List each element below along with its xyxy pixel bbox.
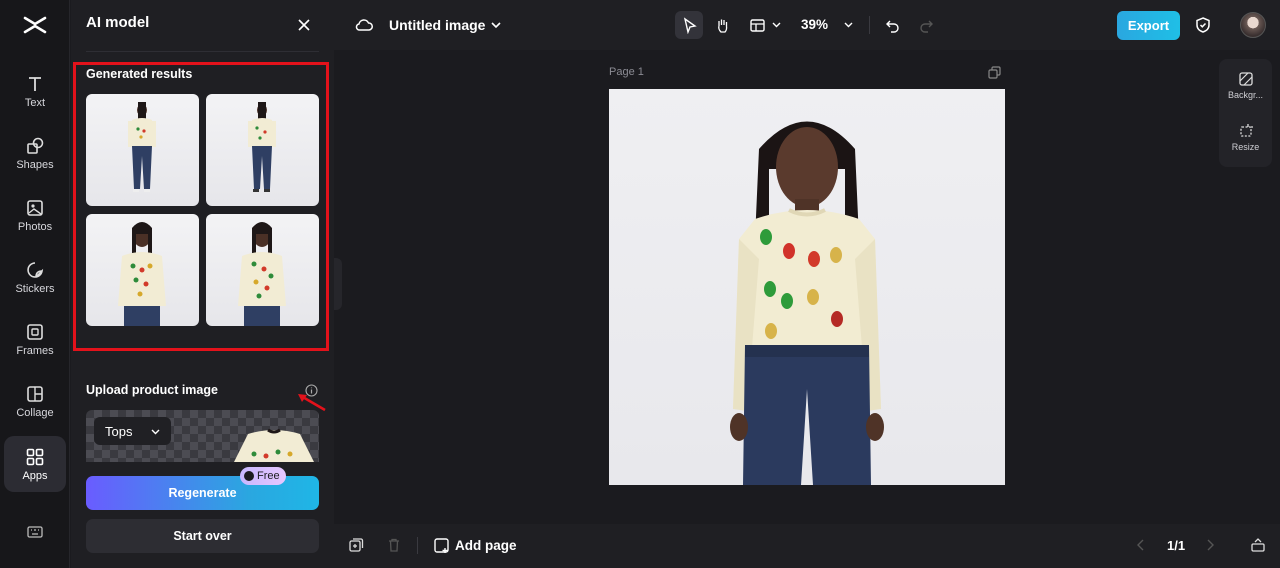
app-root: Text Shapes Photos Stickers Frames Colla… <box>0 0 1280 568</box>
rail-item-label: Collage <box>16 406 54 419</box>
stickers-icon <box>27 261 44 278</box>
add-page-icon <box>434 538 449 553</box>
rail-item-photos[interactable]: Photos <box>4 187 66 243</box>
undo-button[interactable] <box>878 11 906 39</box>
layout-icon <box>749 18 765 32</box>
hand-icon <box>717 19 727 33</box>
add-page-label: Add page <box>455 538 517 553</box>
chevron-down-icon[interactable] <box>771 19 782 30</box>
result-thumbnail-3[interactable] <box>86 214 199 326</box>
model-full-body-image <box>128 102 156 192</box>
result-thumbnail-2[interactable] <box>206 94 319 206</box>
shapes-icon <box>27 137 44 154</box>
cursor-icon <box>683 16 697 34</box>
free-badge: Free <box>240 467 286 485</box>
model-full-body-image <box>248 102 276 192</box>
capcut-logo-icon[interactable] <box>22 12 48 38</box>
hand-tool-button[interactable] <box>708 11 736 39</box>
rail-item-apps[interactable]: Apps <box>4 436 66 492</box>
rail-item-collage[interactable]: Collage <box>4 373 66 429</box>
page-counter: 1/1 <box>1167 538 1186 553</box>
product-sweater-image <box>234 428 314 462</box>
redo-icon <box>919 20 933 33</box>
background-icon <box>1238 72 1253 86</box>
apps-icon <box>26 448 44 465</box>
upload-title: Upload product image <box>86 383 218 397</box>
redo-button[interactable] <box>912 11 940 39</box>
resize-tool-button[interactable]: Resize <box>1219 123 1272 152</box>
resize-tool-label: Resize <box>1231 142 1260 152</box>
category-select-value: Tops <box>105 423 133 439</box>
panel-collapse-handle[interactable] <box>334 258 342 310</box>
photos-icon <box>27 199 43 216</box>
right-tool-panel: Backgr... Resize <box>1219 59 1272 167</box>
duplicate-page-icon[interactable] <box>988 66 1001 79</box>
cloud-icon[interactable] <box>354 15 374 35</box>
rail-item-stickers[interactable]: Stickers <box>4 249 66 305</box>
document-title[interactable]: Untitled image <box>389 17 485 33</box>
collage-icon <box>27 385 43 402</box>
add-page-button[interactable]: Add page <box>433 537 517 554</box>
avatar[interactable] <box>1240 12 1266 38</box>
divider <box>86 51 319 52</box>
model-photo <box>730 121 884 485</box>
model-half-body-image <box>118 222 166 326</box>
page-thumbnails-icon[interactable] <box>348 537 364 553</box>
free-badge-label: Free <box>257 470 280 482</box>
results-title: Generated results <box>86 67 193 81</box>
chevron-down-icon[interactable] <box>843 19 854 30</box>
chevron-down-icon <box>151 429 160 434</box>
keyboard-icon[interactable] <box>27 525 43 539</box>
rail-item-label: Apps <box>22 469 48 482</box>
undo-icon <box>885 20 899 33</box>
trash-icon[interactable] <box>386 537 402 553</box>
background-tool-label: Backgr... <box>1227 90 1263 100</box>
layout-tool-button[interactable] <box>746 11 768 39</box>
left-rail: Text Shapes Photos Stickers Frames Colla… <box>0 0 70 568</box>
rail-item-label: Text <box>24 96 46 109</box>
rail-item-label: Shapes <box>16 158 54 171</box>
resize-icon <box>1239 124 1253 137</box>
expand-pages-icon[interactable] <box>1250 537 1266 553</box>
panel-title: AI model <box>86 14 150 31</box>
chevron-right-icon[interactable] <box>1202 537 1218 553</box>
page-label: Page 1 <box>609 66 644 78</box>
zoom-level[interactable]: 39% <box>801 17 828 32</box>
chevron-down-icon[interactable] <box>490 19 502 31</box>
rail-item-label: Stickers <box>15 282 55 295</box>
close-icon[interactable] <box>295 16 313 34</box>
rail-item-frames[interactable]: Frames <box>4 311 66 367</box>
rail-item-label: Photos <box>17 220 53 233</box>
chevron-left-icon[interactable] <box>1133 537 1149 553</box>
model-half-body-image <box>238 222 286 326</box>
category-select[interactable]: Tops <box>94 417 171 445</box>
rail-item-text[interactable]: Text <box>4 63 66 119</box>
toolbar-divider <box>869 16 870 34</box>
select-tool-button[interactable] <box>675 11 703 39</box>
export-button[interactable]: Export <box>1117 11 1180 40</box>
start-over-button[interactable]: Start over <box>86 519 319 553</box>
bottom-divider <box>417 537 418 554</box>
text-icon <box>29 76 41 91</box>
rail-item-label: Frames <box>16 344 54 357</box>
rail-item-shapes[interactable]: Shapes <box>4 125 66 181</box>
background-tool-button[interactable]: Backgr... <box>1219 71 1272 100</box>
result-thumbnail-1[interactable] <box>86 94 199 206</box>
credit-icon <box>244 471 254 481</box>
ai-model-panel: AI model Generated results Upload produc… <box>71 0 334 568</box>
result-thumbnail-4[interactable] <box>206 214 319 326</box>
shield-icon[interactable] <box>1194 16 1212 34</box>
frames-icon <box>27 323 43 340</box>
artboard-page-1[interactable] <box>609 89 1005 485</box>
